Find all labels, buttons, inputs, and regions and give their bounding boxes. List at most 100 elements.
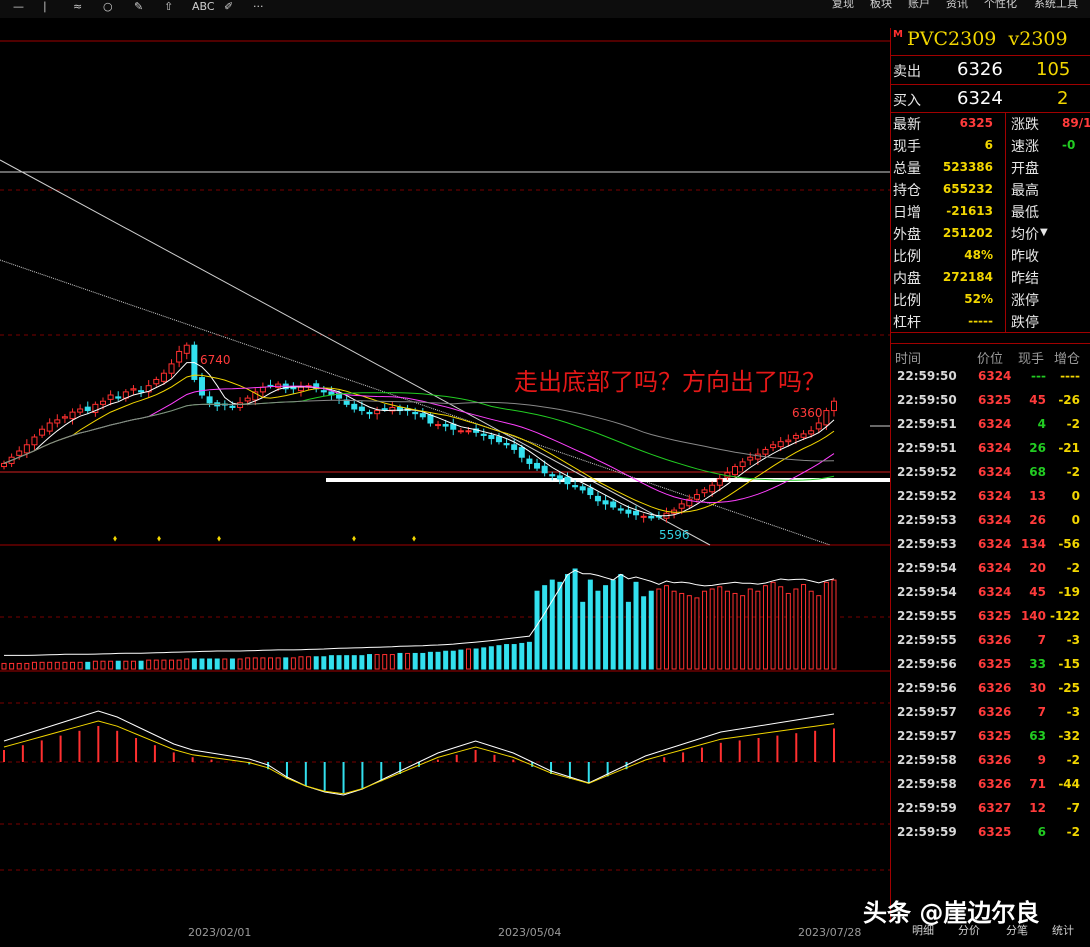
menu-news[interactable]: 资讯 (946, 0, 968, 11)
tick-row[interactable]: 22:59:51 6324 26 -21 (892, 441, 1090, 465)
ticks-header-position-change: 增仓 (1054, 352, 1081, 367)
text-abc-icon[interactable]: ABC (192, 0, 215, 14)
volume-bar (328, 655, 334, 670)
tick-row[interactable]: 22:59:58 6326 71 -44 (892, 777, 1090, 801)
quote-field-label: 日增 (893, 205, 921, 221)
menu-personalize[interactable]: 个性化 (984, 0, 1017, 11)
minus-icon[interactable]: — (13, 0, 24, 14)
volume-bar (450, 650, 456, 670)
volume-bar (656, 588, 662, 670)
candle-body (427, 414, 434, 424)
quote-field-label: 最低 (1011, 205, 1039, 221)
quote-field-label: 涨停 (1011, 293, 1039, 309)
tick-row[interactable]: 22:59:53 6324 134 -56 (892, 537, 1090, 561)
tick-row[interactable]: 22:59:57 6325 63 -32 (892, 729, 1090, 753)
tick-row[interactable]: 22:59:59 6327 12 -7 (892, 801, 1090, 825)
tick-position-change: -56 (1058, 537, 1080, 551)
tick-time: 22:59:55 (897, 633, 957, 647)
menu-account[interactable]: 账户 (908, 0, 930, 11)
tick-row[interactable]: 22:59:51 6324 4 -2 (892, 417, 1090, 441)
volume-bar (130, 660, 136, 670)
tick-row[interactable]: 22:59:58 6326 9 -2 (892, 753, 1090, 777)
tick-position-change: 0 (1071, 489, 1080, 503)
volume-bar (686, 595, 692, 670)
tick-volume: 4 (1037, 417, 1046, 431)
candle-body (511, 444, 518, 450)
candle-body (412, 411, 419, 415)
tick-row[interactable]: 22:59:54 6324 45 -19 (892, 585, 1090, 609)
volume-bar (549, 579, 555, 670)
more-icon[interactable]: ··· (253, 0, 264, 14)
tick-row[interactable]: 22:59:50 6324 --- ---- (892, 369, 1090, 393)
tick-volume: 12 (1029, 801, 1046, 815)
tick-row[interactable]: 22:59:57 6326 7 -3 (892, 705, 1090, 729)
volume-bar (169, 659, 175, 670)
quote-field-value: 251202 (942, 226, 993, 240)
tick-row[interactable]: 22:59:56 6326 30 -25 (892, 681, 1090, 705)
volume-bar (740, 595, 746, 670)
chevron-down-icon[interactable]: ▼ (1040, 227, 1048, 238)
tick-row[interactable]: 22:59:50 6325 45 -26 (892, 393, 1090, 417)
tick-time: 22:59:57 (897, 705, 957, 719)
volume-bar (39, 661, 45, 670)
candle-body (488, 434, 495, 440)
quote-field-value: 523386 (942, 160, 993, 174)
tick-row[interactable]: 22:59:55 6325 140 -122 (892, 609, 1090, 633)
candle-body (77, 408, 84, 413)
volume-bar (405, 652, 411, 670)
tick-row[interactable]: 22:59:56 6325 33 -15 (892, 657, 1090, 681)
tick-price: 6326 (978, 681, 1012, 695)
volume-bar (275, 657, 281, 670)
volume-bar (625, 601, 631, 670)
candle-body (115, 396, 122, 399)
ellipse-icon[interactable]: ○ (103, 0, 113, 14)
volume-bar (290, 657, 296, 670)
volume-bar (283, 657, 289, 670)
tick-volume: 30 (1029, 681, 1046, 695)
menu-sector[interactable]: 板块 (870, 0, 892, 11)
candle-body (549, 474, 556, 477)
pencil-icon[interactable]: ✎ (134, 0, 143, 14)
wave-line-icon[interactable]: ≈ (73, 0, 82, 14)
tick-row[interactable]: 22:59:54 6324 20 -2 (892, 561, 1090, 585)
volume-bar (115, 660, 121, 670)
tick-row[interactable]: 22:59:53 6324 26 0 (892, 513, 1090, 537)
quote-field-value: 6325 (959, 116, 993, 130)
ticks-header-price: 价位 (977, 352, 1004, 367)
menu-replay[interactable]: 复现 (832, 0, 854, 11)
candle-body (366, 411, 373, 415)
quote-field-value: 48% (964, 248, 993, 262)
volume-bar (823, 581, 829, 670)
arrow-up-icon[interactable]: ⇧ (164, 0, 173, 14)
tick-volume: 71 (1029, 777, 1046, 791)
candle-body (46, 422, 53, 432)
tick-row[interactable]: 22:59:52 6324 13 0 (892, 489, 1090, 513)
tick-time: 22:59:51 (897, 441, 957, 455)
candle-body (770, 444, 777, 449)
candlestick-chart[interactable]: ⬧ ⬧ ⬧ ⬧ ⬧ 6740 5596 6360 (0, 18, 890, 922)
volume-bar (831, 579, 837, 670)
menu-system-tools[interactable]: 系统工具 (1034, 0, 1078, 11)
tick-row[interactable]: 22:59:59 6325 6 -2 (892, 825, 1090, 849)
ma-line-40 (3, 392, 835, 481)
tick-price: 6324 (978, 417, 1012, 431)
candle-body (747, 456, 754, 461)
eraser-icon[interactable]: ✐ (224, 0, 233, 14)
candle-body (572, 485, 579, 488)
candle-body (206, 396, 213, 404)
market-flag: M (893, 29, 903, 40)
volume-bar (191, 658, 197, 670)
volume-bar (245, 657, 251, 670)
volume-bar (595, 590, 601, 670)
quote-field-value: -0 (1062, 138, 1076, 152)
tick-row[interactable]: 22:59:52 6324 68 -2 (892, 465, 1090, 489)
volume-bar (207, 658, 213, 670)
tab-statistics[interactable]: 统计 (1052, 922, 1074, 938)
candle-body (69, 411, 76, 420)
volume-bar (161, 659, 167, 670)
tick-row[interactable]: 22:59:55 6326 7 -3 (892, 633, 1090, 657)
tick-volume: 45 (1029, 585, 1046, 599)
candle-body (31, 436, 38, 446)
volume-bar (702, 590, 708, 670)
draw-line-icon[interactable]: ∣ (42, 0, 48, 14)
